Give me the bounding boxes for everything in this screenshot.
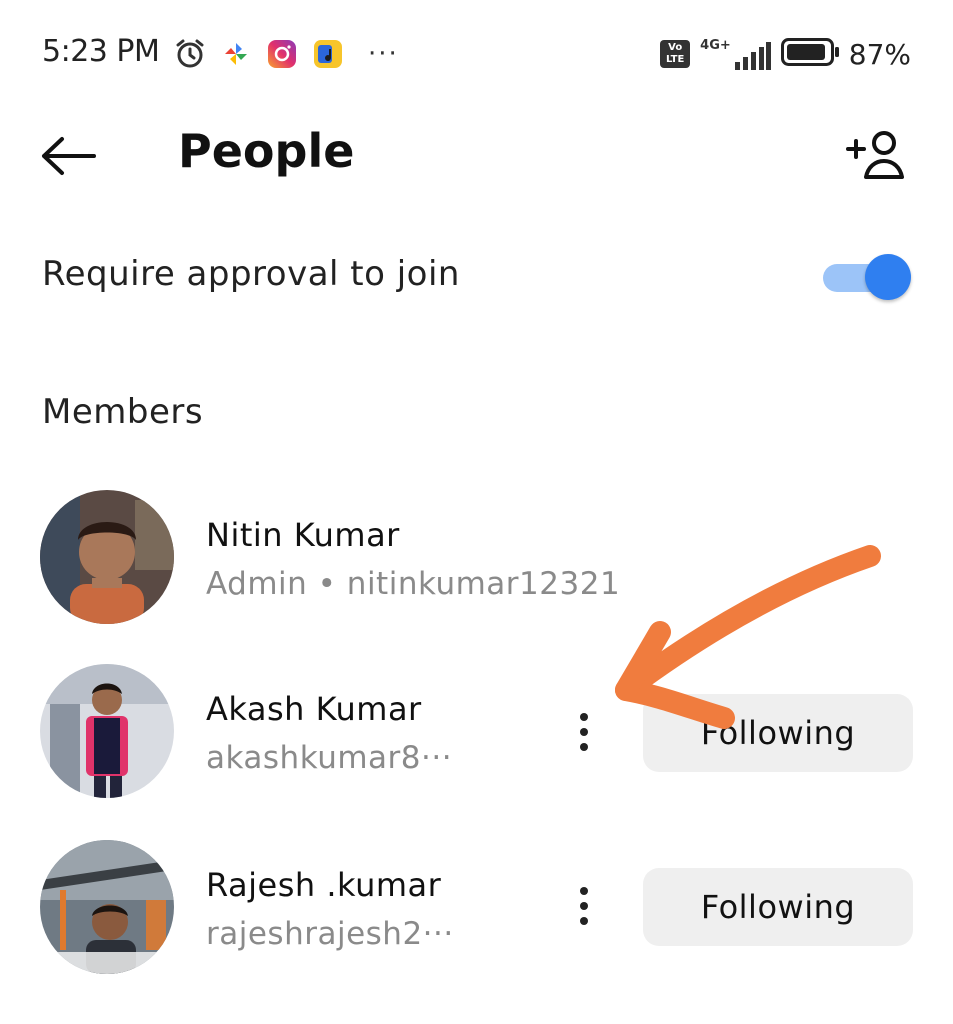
member-subtitle: Admin • nitinkumar12321 <box>206 566 621 602</box>
battery-percent: 87% <box>848 37 911 71</box>
member-name: Nitin Kumar <box>206 516 400 554</box>
arrow-left-icon <box>42 137 96 175</box>
following-button[interactable]: Following <box>643 694 913 772</box>
member-row[interactable]: Nitin Kumar Admin • nitinkumar12321 <box>0 488 953 628</box>
instagram-icon <box>266 38 298 70</box>
member-row[interactable]: Rajesh .kumar rajeshrajesh2··· Following <box>0 838 953 978</box>
toggle-knob <box>865 254 911 300</box>
battery-icon <box>780 38 839 70</box>
require-approval-label: Require approval to join <box>42 254 460 294</box>
avatar[interactable] <box>40 840 174 974</box>
require-approval-row: Require approval to join <box>0 238 953 318</box>
signal-icon: 4G+ <box>700 38 771 70</box>
status-bar: 5:23 PM ··· Vo LTE 4G+ 87% <box>0 0 953 100</box>
notification-icons: ··· <box>174 34 399 74</box>
music-app-icon <box>312 38 344 70</box>
more-vert-icon-dot <box>580 902 588 910</box>
more-vert-icon-dot <box>580 743 588 751</box>
more-notifications-icon: ··· <box>368 39 399 69</box>
require-approval-toggle[interactable] <box>819 252 911 302</box>
more-vert-icon-dot <box>580 917 588 925</box>
member-subtitle: akashkumar8··· <box>206 740 453 776</box>
status-time: 5:23 PM <box>42 34 160 69</box>
more-options-button[interactable] <box>560 876 608 936</box>
more-vert-icon <box>580 887 588 895</box>
app-header: People <box>0 110 953 200</box>
following-button[interactable]: Following <box>643 868 913 946</box>
member-subtitle: rajeshrajesh2··· <box>206 916 454 952</box>
more-vert-icon-dot <box>580 728 588 736</box>
page-title: People <box>178 124 355 178</box>
system-indicators: Vo LTE 4G+ 87% <box>660 34 911 74</box>
member-name: Akash Kumar <box>206 690 422 728</box>
more-options-button[interactable] <box>560 702 608 762</box>
members-section-title: Members <box>42 392 204 432</box>
member-name: Rajesh .kumar <box>206 866 442 904</box>
avatar[interactable] <box>40 490 174 624</box>
pinwheel-app-icon <box>220 38 252 70</box>
alarm-icon <box>174 38 206 70</box>
back-button[interactable] <box>36 128 100 184</box>
add-person-icon <box>846 131 904 179</box>
avatar[interactable] <box>40 664 174 798</box>
volte-icon: Vo LTE <box>660 40 691 68</box>
network-type: 4G+ <box>700 38 731 53</box>
add-person-button[interactable] <box>841 124 911 186</box>
member-row[interactable]: Akash Kumar akashkumar8··· Following <box>0 664 953 804</box>
more-vert-icon <box>580 713 588 721</box>
